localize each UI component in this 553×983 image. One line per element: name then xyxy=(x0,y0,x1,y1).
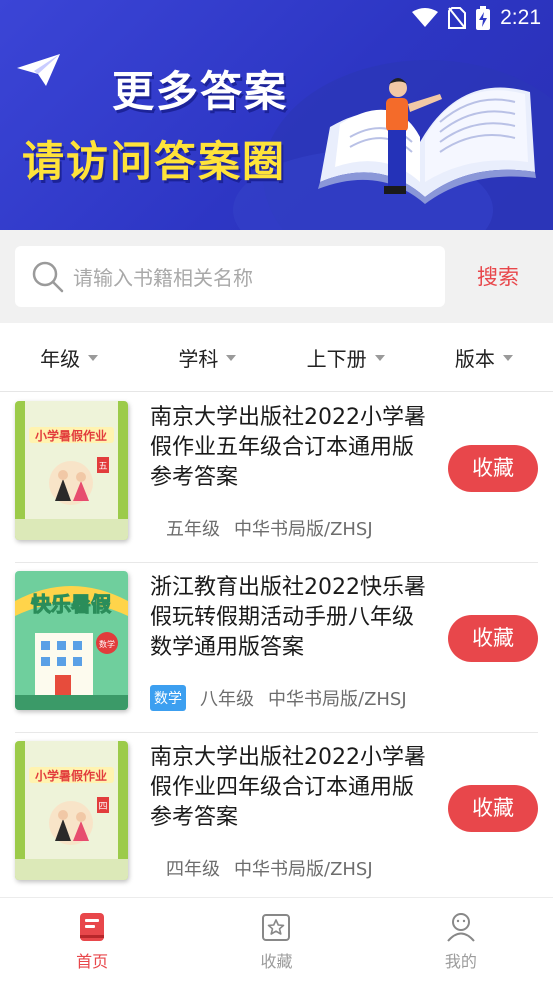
book-edition: 中华书局版/ZHSJ xyxy=(268,689,407,710)
book-cover[interactable]: 快乐暑假 数学 xyxy=(15,571,128,710)
svg-text:五: 五 xyxy=(98,462,107,472)
filter-grade[interactable]: 年级 xyxy=(0,323,138,391)
search-input[interactable]: 请输入书籍相关名称 xyxy=(15,246,445,307)
nav-home-label: 首页 xyxy=(76,952,109,971)
home-book-icon xyxy=(80,913,105,941)
filter-edition[interactable]: 版本 xyxy=(415,323,553,391)
book-grade: 五年级 xyxy=(166,519,220,540)
filter-volume[interactable]: 上下册 xyxy=(277,323,415,391)
filter-subject-label: 学科 xyxy=(178,346,219,371)
nav-favorites[interactable]: 收藏 xyxy=(184,898,368,983)
book-list: 小学暑假作业 五 南京大学出版社2022小学暑假作业五年级合订本通用版参考答案 … xyxy=(0,393,553,903)
book-edition: 中华书局版/ZHSJ xyxy=(234,859,373,880)
filter-grade-label: 年级 xyxy=(40,346,81,371)
subject-tag: 数学 xyxy=(150,685,186,711)
svg-text:小学暑假作业: 小学暑假作业 xyxy=(35,428,107,443)
star-box-icon xyxy=(262,914,291,941)
favorite-button[interactable]: 收藏 xyxy=(448,615,538,662)
promo-banner[interactable]: 2:21 更多答案 请访问答案圈 xyxy=(0,0,553,230)
user-icon xyxy=(447,913,475,942)
list-item[interactable]: 小学暑假作业 五 南京大学出版社2022小学暑假作业五年级合订本通用版参考答案 … xyxy=(0,393,553,563)
book-meta: 五年级 中华书局版/ZHSJ xyxy=(150,515,373,541)
status-time: 2:21 xyxy=(500,6,541,29)
book-title[interactable]: 南京大学出版社2022小学暑假作业四年级合订本通用版参考答案 xyxy=(150,743,432,833)
caret-down-icon xyxy=(374,355,385,361)
banner-subheadline: 请访问答案圈 xyxy=(22,137,287,186)
search-placeholder: 请输入书籍相关名称 xyxy=(73,266,253,290)
book-edition: 中华书局版/ZHSJ xyxy=(234,519,373,540)
filter-subject[interactable]: 学科 xyxy=(138,323,276,391)
book-grade: 八年级 xyxy=(200,689,254,710)
bottom-nav: 首页 收藏 我的 xyxy=(0,897,553,983)
search-button[interactable]: 搜索 xyxy=(458,260,538,294)
list-item[interactable]: 快乐暑假 数学 浙江教育出版社2022快乐暑假玩转假期活动手册八年级数学通用版答… xyxy=(0,563,553,733)
book-meta: 四年级 中华书局版/ZHSJ xyxy=(150,855,373,881)
battery-charging-icon xyxy=(476,6,491,30)
book-cover-image: 快乐暑假 数学 xyxy=(15,571,128,710)
paper-plane-icon xyxy=(17,54,60,86)
svg-text:四: 四 xyxy=(98,802,107,812)
svg-text:数学: 数学 xyxy=(99,639,115,649)
wifi-icon xyxy=(412,8,439,27)
svg-text:小学暑假作业: 小学暑假作业 xyxy=(35,768,107,783)
filter-bar: 年级 学科 上下册 版本 xyxy=(0,323,553,392)
svg-text:快乐暑假: 快乐暑假 xyxy=(31,592,112,616)
no-sim-icon xyxy=(448,7,467,29)
nav-home[interactable]: 首页 xyxy=(0,898,184,983)
caret-down-icon xyxy=(226,355,237,361)
app-root: 2:21 更多答案 请访问答案圈 请输入书籍相关名称 搜索 年级 学科 上下册 … xyxy=(0,0,553,983)
book-cover-image: 小学暑假作业 四 xyxy=(15,741,128,880)
book-title[interactable]: 南京大学出版社2022小学暑假作业五年级合订本通用版参考答案 xyxy=(150,403,432,493)
book-cover[interactable]: 小学暑假作业 五 xyxy=(15,401,128,540)
filter-volume-label: 上下册 xyxy=(306,346,367,371)
nav-profile-label: 我的 xyxy=(444,952,477,971)
nav-profile[interactable]: 我的 xyxy=(369,898,553,983)
filter-edition-label: 版本 xyxy=(454,346,495,371)
book-title[interactable]: 浙江教育出版社2022快乐暑假玩转假期活动手册八年级数学通用版答案 xyxy=(150,573,432,663)
reading-person-illustration xyxy=(318,78,536,204)
status-bar: 2:21 xyxy=(412,6,541,30)
caret-down-icon xyxy=(88,355,99,361)
favorite-button[interactable]: 收藏 xyxy=(448,445,538,492)
book-cover[interactable]: 小学暑假作业 四 xyxy=(15,741,128,880)
search-section: 请输入书籍相关名称 搜索 xyxy=(0,230,553,323)
caret-down-icon xyxy=(502,355,513,361)
search-icon xyxy=(32,261,64,292)
book-grade: 四年级 xyxy=(166,859,220,880)
favorite-button[interactable]: 收藏 xyxy=(448,785,538,832)
book-cover-image: 小学暑假作业 五 xyxy=(15,401,128,540)
list-item[interactable]: 小学暑假作业 四 南京大学出版社2022小学暑假作业四年级合订本通用版参考答案 … xyxy=(0,733,553,903)
banner-headline: 更多答案 xyxy=(112,67,289,116)
book-meta: 数学 八年级 中华书局版/ZHSJ xyxy=(150,685,407,711)
nav-favorites-label: 收藏 xyxy=(260,952,293,971)
